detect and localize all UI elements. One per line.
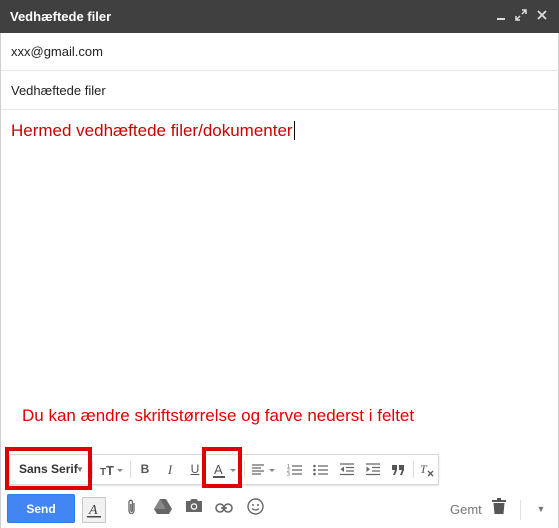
window-title: Vedhæftede filer xyxy=(10,9,112,24)
bulleted-list-button[interactable] xyxy=(309,455,333,484)
bold-button[interactable]: B xyxy=(135,455,155,484)
indent-less-button[interactable] xyxy=(335,455,359,484)
toolbar-separator xyxy=(92,461,93,478)
trash-icon xyxy=(492,498,506,514)
drive-icon xyxy=(154,499,172,514)
bold-icon: B xyxy=(140,462,150,476)
discard-draft-button[interactable] xyxy=(488,498,510,520)
smiley-icon xyxy=(246,498,264,515)
subject-text[interactable]: Vedhæftede filer xyxy=(11,83,106,98)
fullscreen-icon[interactable] xyxy=(514,8,528,22)
camera-icon xyxy=(186,499,202,512)
attach-file-button[interactable] xyxy=(121,498,143,520)
insert-emoji-button[interactable] xyxy=(244,498,266,520)
send-button[interactable]: Send xyxy=(7,494,75,523)
text-caret xyxy=(293,121,295,140)
to-field[interactable]: xxx@gmail.com xyxy=(1,33,559,71)
compose-actions-bar: Send A Gemt ▼ xyxy=(0,490,559,528)
italic-button[interactable]: I xyxy=(160,455,180,484)
italic-icon: I xyxy=(167,462,173,477)
indent-more-icon xyxy=(366,463,380,476)
toolbar-separator xyxy=(413,461,414,478)
toolbar-separator xyxy=(130,461,131,478)
minimize-icon[interactable] xyxy=(494,8,508,22)
font-size-button[interactable]: T T xyxy=(97,455,127,484)
numbered-list-button[interactable]: 1 2 3 xyxy=(283,455,307,484)
underline-icon: U xyxy=(190,462,200,476)
link-icon xyxy=(215,503,233,513)
chevron-down-icon: ▼ xyxy=(536,504,546,514)
clear-formatting-icon: T xyxy=(420,462,434,477)
quote-button[interactable] xyxy=(387,455,409,484)
close-icon[interactable] xyxy=(535,8,549,22)
color-highlight-box xyxy=(202,447,242,488)
insert-photo-button[interactable] xyxy=(183,498,205,520)
remove-formatting-button[interactable]: T xyxy=(416,455,438,484)
numbered-list-icon: 1 2 3 xyxy=(287,464,302,478)
message-body-text: Hermed vedhæftede filer/dokumenter xyxy=(11,121,295,141)
annotation-hint: Du kan ændre skriftstørrelse og farve ne… xyxy=(22,406,415,425)
quote-icon xyxy=(392,464,404,475)
saved-status: Gemt xyxy=(450,502,482,517)
more-options-button[interactable]: ▼ xyxy=(530,498,552,520)
formatting-options-button[interactable]: A xyxy=(82,497,106,523)
bulleted-list-icon xyxy=(313,464,328,476)
font-size-icon: T T xyxy=(100,463,123,478)
svg-text:A: A xyxy=(88,503,98,518)
insert-link-button[interactable] xyxy=(213,498,235,520)
compose-titlebar: Vedhæftede filer xyxy=(0,0,559,33)
svg-text:T: T xyxy=(420,463,428,476)
indent-less-icon xyxy=(340,463,354,476)
to-recipient[interactable]: xxx@gmail.com xyxy=(11,44,103,59)
align-button[interactable] xyxy=(248,455,280,484)
paperclip-icon xyxy=(128,499,135,515)
subject-field[interactable]: Vedhæftede filer xyxy=(1,72,559,110)
align-left-icon xyxy=(252,464,275,475)
toolbar-separator xyxy=(244,461,245,478)
insert-drive-button[interactable] xyxy=(152,498,174,520)
svg-text:T: T xyxy=(106,463,114,477)
message-body-content: Hermed vedhæftede filer/dokumenter xyxy=(11,121,293,140)
font-highlight-box xyxy=(5,447,92,490)
bar-separator xyxy=(520,500,521,520)
indent-more-button[interactable] xyxy=(361,455,385,484)
svg-text:3: 3 xyxy=(287,472,290,477)
formatting-options-icon: A xyxy=(87,503,101,518)
